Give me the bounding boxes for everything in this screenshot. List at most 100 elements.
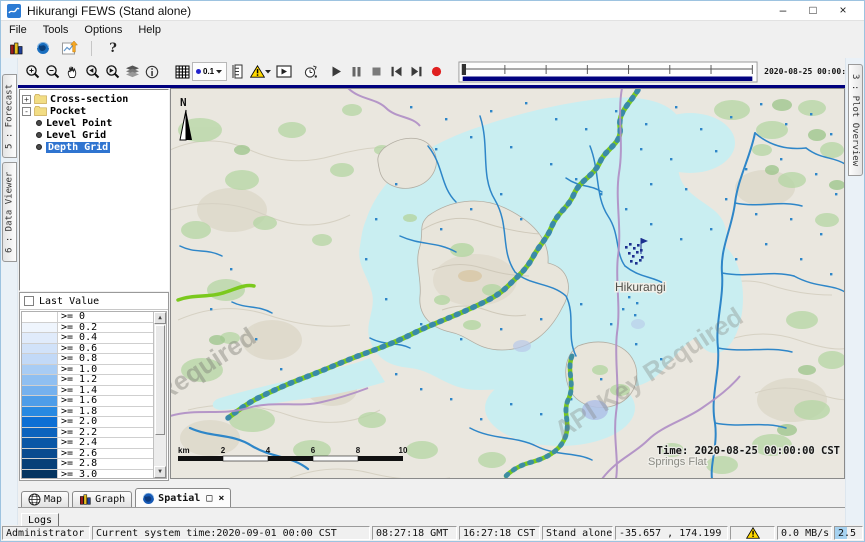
tab-spatial[interactable]: Spatial □ × — [135, 488, 231, 507]
tree-label: Pocket — [50, 106, 86, 117]
tab-data-viewer[interactable]: 6 : Data Viewer — [2, 162, 17, 262]
thresholds-dropdown[interactable] — [247, 62, 274, 82]
maximize-button[interactable]: □ — [798, 1, 828, 20]
tab-close-icon[interactable]: × — [218, 493, 224, 504]
folder-icon — [34, 94, 47, 104]
menu-tools[interactable]: Tools — [35, 23, 77, 37]
pan-button[interactable] — [62, 62, 82, 82]
database-explorer-button[interactable] — [5, 39, 27, 57]
tree-item-cross-section[interactable]: + Cross-section — [22, 93, 168, 105]
map-display-button[interactable] — [32, 39, 54, 57]
status-system-time: Current system time:2020-09-01 00:00 CST — [92, 526, 370, 540]
zoom-in-button[interactable] — [22, 62, 42, 82]
status-bar: Administrator Current system time:2020-0… — [1, 525, 864, 541]
toolbar-separator — [91, 41, 92, 56]
menu-help[interactable]: Help — [130, 23, 169, 37]
stop-button[interactable] — [366, 62, 386, 82]
map-canvas[interactable]: API Key Required API Key Required N — [170, 88, 845, 479]
chart-up-arrow-icon — [62, 41, 78, 55]
zoom-out-button[interactable] — [42, 62, 62, 82]
record-button[interactable] — [426, 62, 446, 82]
legend-row: >= 2.0 — [22, 417, 153, 428]
scale-bar-button[interactable] — [227, 62, 247, 82]
expander-icon[interactable]: + — [22, 95, 31, 104]
legend-label: >= 1.2 — [58, 375, 153, 385]
minimize-button[interactable]: – — [768, 1, 798, 20]
warning-icon — [250, 65, 265, 78]
menu-file[interactable]: File — [1, 23, 35, 37]
node-bullet-icon — [36, 120, 42, 126]
help-button[interactable]: ? — [102, 39, 124, 57]
info-button[interactable] — [142, 62, 162, 82]
time-slider[interactable] — [458, 60, 758, 84]
map-view[interactable]: API Key Required API Key Required N — [170, 88, 845, 488]
tab-graph[interactable]: Graph — [72, 491, 132, 507]
play-button[interactable] — [326, 62, 346, 82]
legend-row: >= 1.2 — [22, 375, 153, 386]
legend-row: >= 3.0 — [22, 470, 153, 479]
animation-button[interactable] — [274, 62, 294, 82]
contour-threshold-dropdown[interactable]: 0.1 — [192, 62, 227, 81]
last-step-button[interactable] — [406, 62, 426, 82]
status-gmt-time: 08:27:18 GMT — [372, 526, 457, 540]
legend-row: >= 0.8 — [22, 354, 153, 365]
zoom-previous-button[interactable] — [82, 62, 102, 82]
legend-label: >= 2.8 — [58, 459, 153, 469]
layers-button[interactable] — [122, 62, 142, 82]
right-tab-strip: 3 : Plot Overview — [845, 58, 864, 525]
legend-label: >= 0.8 — [58, 354, 153, 364]
scrollbar-thumb[interactable] — [155, 325, 165, 435]
layers-icon — [125, 65, 140, 78]
tab-plot-overview[interactable]: 3 : Plot Overview — [848, 64, 863, 176]
tree-item-level-grid[interactable]: Level Grid — [22, 129, 168, 141]
north-arrow: N — [180, 96, 192, 140]
svg-text:2: 2 — [221, 446, 226, 455]
legend-swatch — [22, 386, 58, 396]
legend-swatch — [22, 333, 58, 343]
legend-label: >= 1.4 — [58, 386, 153, 396]
skip-to-end-icon — [409, 64, 424, 79]
legend-scrollbar[interactable]: ▲ ▼ — [153, 312, 166, 478]
grid-display-button[interactable] — [172, 62, 192, 82]
tab-map[interactable]: Map — [21, 491, 69, 507]
tree-label: Level Point — [46, 118, 112, 129]
time-slider-thumb[interactable] — [462, 64, 466, 75]
legend-swatch — [22, 344, 58, 354]
tree-item-depth-grid[interactable]: Depth Grid — [22, 141, 168, 153]
tab-maximize-icon[interactable]: □ — [206, 493, 212, 504]
zoom-next-button[interactable] — [102, 62, 122, 82]
tab-forecast[interactable]: 5 : Forecast — [2, 74, 17, 158]
app-logo-icon — [7, 4, 21, 18]
tree-item-pocket[interactable]: - Pocket — [22, 105, 168, 117]
scroll-down-icon[interactable]: ▼ — [154, 466, 166, 478]
legend-swatch — [22, 375, 58, 385]
animation-settings-button[interactable] — [300, 62, 320, 82]
left-tab-strip: 5 : Forecast 6 : Data Viewer — [1, 58, 18, 525]
legend-row: >= 1.6 — [22, 396, 153, 407]
legend-label: >= 2.0 — [58, 417, 153, 427]
svg-text:10: 10 — [399, 446, 408, 455]
legend-label: >= 0.6 — [58, 344, 153, 354]
close-button[interactable]: × — [828, 1, 858, 20]
chevron-down-icon — [216, 69, 223, 74]
spatial-display-button[interactable] — [59, 39, 81, 57]
legend-swatch — [22, 407, 58, 417]
title-bar: Hikurangi FEWS (Stand alone) – □ × — [1, 1, 864, 21]
tree-item-level-point[interactable]: Level Point — [22, 117, 168, 129]
first-step-button[interactable] — [386, 62, 406, 82]
legend-swatch — [22, 470, 58, 479]
svg-text:4: 4 — [266, 446, 271, 455]
pause-button[interactable] — [346, 62, 366, 82]
status-warning-cell[interactable] — [730, 526, 775, 540]
expander-icon[interactable]: - — [22, 107, 31, 116]
warning-icon — [746, 527, 760, 539]
svg-text:N: N — [180, 96, 187, 109]
tree-label-selected: Depth Grid — [46, 142, 110, 153]
window-title: Hikurangi FEWS (Stand alone) — [27, 4, 768, 18]
help-icon: ? — [109, 41, 117, 56]
last-value-checkbox[interactable] — [24, 296, 34, 306]
zoom-next-icon — [105, 64, 120, 79]
menu-options[interactable]: Options — [76, 23, 130, 37]
scroll-up-icon[interactable]: ▲ — [154, 312, 166, 324]
menu-bar: File Tools Options Help — [1, 21, 864, 38]
